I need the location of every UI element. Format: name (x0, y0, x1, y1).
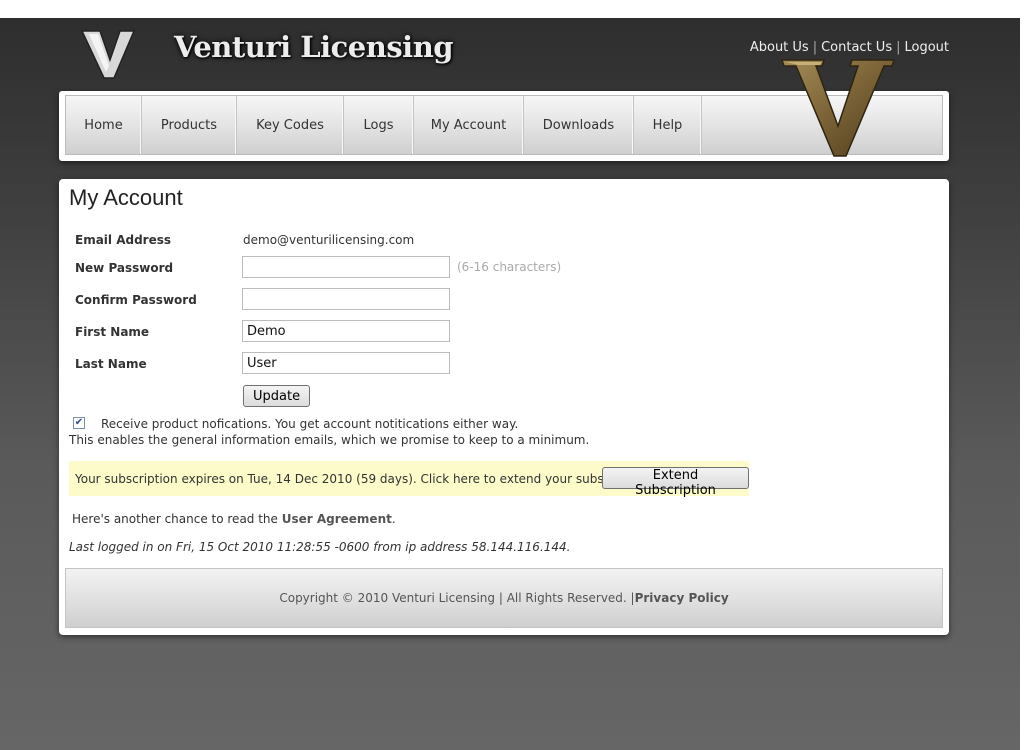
account-panel: My Account Email Address demo@venturilic… (59, 179, 949, 635)
stone-v-emblem-icon (780, 59, 896, 157)
last-login-info: Last logged in on Fri, 15 Oct 2010 11:28… (69, 540, 571, 554)
first-name-field[interactable] (242, 320, 450, 342)
privacy-policy-link[interactable]: Privacy Policy (635, 591, 729, 605)
site-title[interactable]: Venturi Licensing (174, 30, 454, 64)
user-agreement-line: Here's another chance to read the User A… (72, 512, 396, 526)
extend-subscription-button[interactable]: Extend Subscription (602, 467, 749, 498)
password-hint: (6-16 characters) (457, 260, 562, 274)
nav-item-home[interactable]: Home (66, 96, 142, 154)
subscription-notice: Your subscription expires on Tue, 14 Dec… (69, 461, 749, 498)
confirm-password-field[interactable] (242, 288, 450, 310)
agreement-suffix: . (391, 512, 396, 526)
email-value: demo@venturilicensing.com (243, 233, 415, 247)
link-separator: | (896, 40, 901, 55)
top-links: About Us | Contact Us | Logout (750, 40, 949, 55)
new-password-field[interactable] (242, 256, 450, 278)
first-name-label: First Name (75, 325, 150, 339)
nav-item-downloads[interactable]: Downloads (524, 96, 634, 154)
notifications-checkbox[interactable]: ✔ (73, 417, 85, 429)
footer: Copyright © 2010 Venturi Licensing | All… (65, 568, 943, 628)
email-label: Email Address (75, 233, 172, 247)
nav-item-my-account[interactable]: My Account (414, 96, 524, 154)
last-name-field[interactable] (242, 352, 450, 374)
update-button[interactable]: Update (243, 385, 311, 407)
link-separator: | (812, 40, 818, 55)
contact-us-link[interactable]: Contact Us (821, 40, 892, 55)
v-logo-icon (80, 30, 136, 79)
agreement-prefix: Here's another chance to read the (72, 512, 282, 526)
nav-item-products[interactable]: Products (142, 96, 237, 154)
confirm-password-label: Confirm Password (75, 293, 197, 307)
notifications-label: Receive product nofications. You get acc… (101, 417, 519, 431)
user-agreement-link[interactable]: User Agreement (282, 512, 392, 526)
logout-link[interactable]: Logout (904, 40, 949, 55)
page-title: My Account (69, 185, 183, 210)
about-us-link[interactable]: About Us (750, 40, 809, 55)
notifications-description: This enables the general information ema… (69, 433, 590, 447)
nav-item-key-codes[interactable]: Key Codes (237, 96, 344, 154)
nav-item-help[interactable]: Help (634, 96, 702, 154)
last-name-label: Last Name (75, 357, 147, 371)
subscription-text[interactable]: Your subscription expires on Tue, 14 Dec… (75, 472, 653, 486)
copyright-text: Copyright © 2010 Venturi Licensing | All… (279, 591, 635, 605)
checkmark-icon: ✔ (74, 417, 84, 428)
nav-item-logs[interactable]: Logs (344, 96, 414, 154)
new-password-label: New Password (75, 261, 174, 275)
